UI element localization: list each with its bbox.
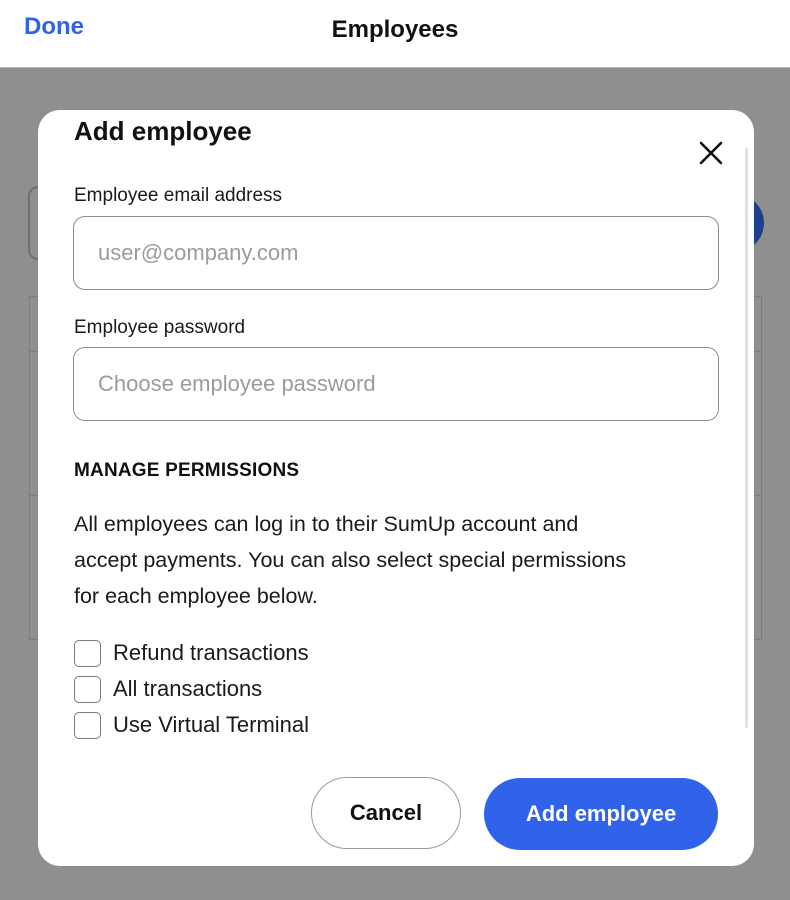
email-field-label: Employee email address [74,185,283,206]
password-field[interactable] [73,347,719,421]
virtual-terminal-option[interactable]: Use Virtual Terminal [74,710,309,740]
close-button[interactable] [694,136,728,170]
dialog-title: Add employee [74,116,252,146]
permissions-description: All employees can log in to their SumUp … [74,506,714,614]
password-field-label: Employee password [74,317,246,338]
refund-transactions-checkbox[interactable] [74,639,101,667]
virtual-terminal-checkbox[interactable] [74,711,101,739]
cancel-button[interactable]: Cancel [311,777,461,849]
add-employee-button[interactable]: Add employee [484,778,718,850]
email-field[interactable] [73,216,719,290]
page-title: Employees [331,16,459,43]
all-transactions-option[interactable]: All transactions [74,674,262,704]
permissions-heading: MANAGE PERMISSIONS [74,460,300,481]
checkbox-label: All transactions [113,676,263,701]
description-line: for each employee below. [74,584,318,608]
top-navigation-bar: Done Employees [0,0,790,68]
dialog-scrollbar[interactable] [745,148,748,728]
description-line: accept payments. You can also select spe… [74,548,627,572]
all-transactions-checkbox[interactable] [74,675,101,703]
description-line: All employees can log in to their SumUp … [74,512,579,536]
checkbox-label: Refund transactions [113,640,309,665]
close-icon [699,141,723,165]
checkbox-label: Use Virtual Terminal [113,712,310,737]
refund-transactions-option[interactable]: Refund transactions [74,638,309,668]
add-employee-dialog: Add employee Employee email address Empl… [38,110,754,866]
